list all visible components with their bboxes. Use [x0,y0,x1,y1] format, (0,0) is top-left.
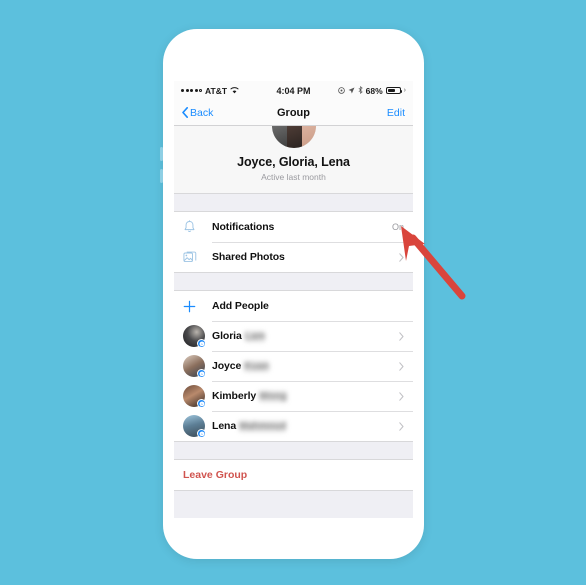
avatar [183,385,212,408]
messenger-badge-icon [197,369,206,378]
member-row-kimberly[interactable]: Kimberly Wong [174,381,413,411]
battery-arrow-icon: › [403,87,407,94]
section-gap [174,194,413,211]
add-people-label: Add People [212,300,269,312]
list-bottom-space [174,491,413,518]
leave-group-row[interactable]: Leave Group [174,460,413,490]
navigation-bar: Back Group Edit [174,100,413,126]
phone-screen: AT&T 4:04 PM 68% › Back Group Edit Joyce… [174,81,413,518]
chevron-right-icon [399,252,404,262]
settings-section: Notifications On Shared Photos [174,211,413,273]
page-title: Group [277,106,310,119]
member-last-name-blurred: Lam [244,330,266,342]
leave-group-label: Leave Group [183,469,248,481]
messenger-badge-icon [197,399,206,408]
messenger-badge-icon [197,429,206,438]
plus-icon [183,300,212,313]
avatar [183,325,212,348]
volume-down-button[interactable] [160,169,163,183]
chevron-right-icon [399,421,404,431]
member-last-name-blurred: Kuan [244,360,270,372]
notifications-value: On [391,222,404,232]
member-row-lena[interactable]: Lena Mahmoud [174,411,413,441]
signal-strength-icon [181,89,202,92]
group-name-label: Joyce, Gloria, Lena [237,155,350,169]
shared-photos-label: Shared Photos [212,251,285,263]
clock-label: 4:04 PM [276,85,311,96]
group-status-label: Active last month [261,172,326,182]
photos-icon [183,250,212,264]
bell-icon [183,220,212,234]
member-row-gloria[interactable]: Gloria Lam [174,321,413,351]
leave-section: Leave Group [174,459,413,491]
status-bar: AT&T 4:04 PM 68% › [174,81,413,100]
section-gap-3 [174,442,413,459]
bluetooth-icon [358,85,363,96]
people-section: Add People Gloria Lam Joyce Kuan Kimberl… [174,290,413,442]
volume-up-button[interactable] [160,147,163,161]
add-people-row[interactable]: Add People [174,291,413,321]
avatar [183,415,212,438]
chevron-right-icon [399,361,404,371]
messenger-badge-icon [197,339,206,348]
status-bar-right: 68% › [311,85,407,96]
chevron-right-icon [399,331,404,341]
wifi-icon [230,86,239,96]
member-first-name: Gloria [212,330,242,342]
shared-photos-row[interactable]: Shared Photos [174,242,413,272]
avatar [183,355,212,378]
member-first-name: Lena [212,420,237,432]
group-avatar[interactable] [271,126,316,148]
notifications-row[interactable]: Notifications On [174,212,413,242]
carrier-label: AT&T [205,85,228,96]
status-bar-left: AT&T [181,86,277,96]
member-row-joyce[interactable]: Joyce Kuan [174,351,413,381]
alarm-icon [337,86,345,96]
member-first-name: Joyce [212,360,242,372]
notifications-label: Notifications [212,221,275,233]
chevron-right-icon [399,391,404,401]
member-last-name-blurred: Mahmoud [239,420,287,432]
section-gap-2 [174,273,413,290]
member-last-name-blurred: Wong [259,390,287,402]
group-header: Joyce, Gloria, Lena Active last month [174,126,413,194]
edit-button[interactable]: Edit [387,107,405,119]
battery-icon [385,86,403,95]
phone-device: AT&T 4:04 PM 68% › Back Group Edit Joyce… [160,29,424,559]
location-arrow-icon [348,86,355,96]
member-first-name: Kimberly [212,390,257,402]
battery-percent-label: 68% [365,85,383,96]
